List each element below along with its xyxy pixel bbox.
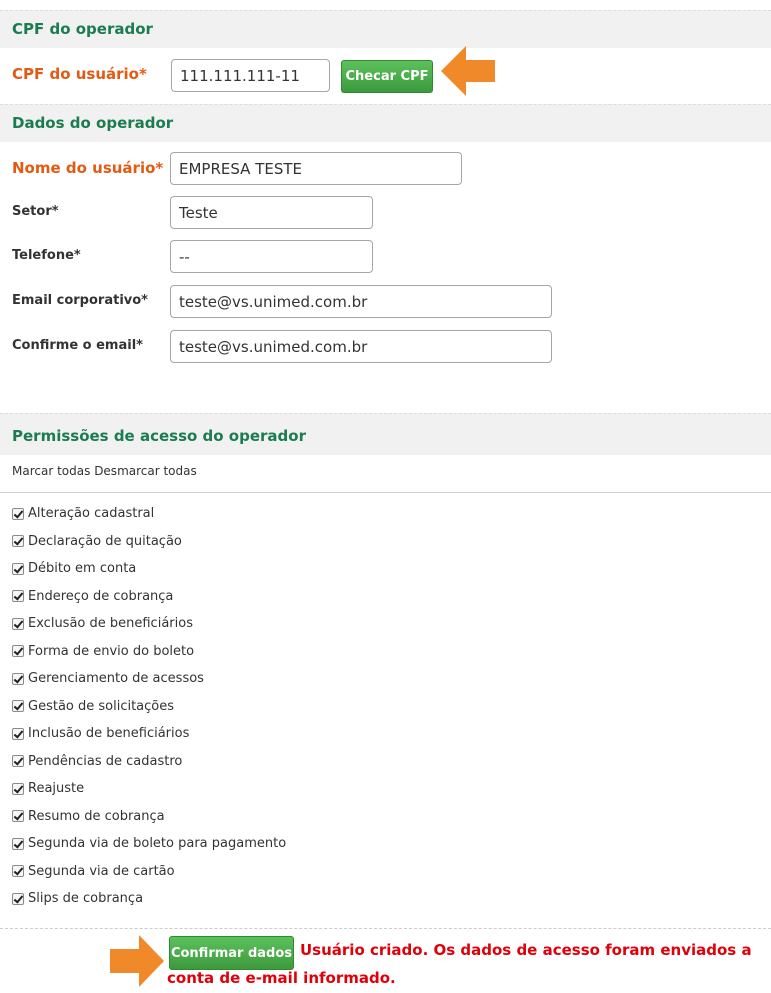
checkbox-checked-icon[interactable] xyxy=(12,837,24,850)
permission-item[interactable]: Gestão de solicitações xyxy=(12,693,286,721)
setor-input[interactable] xyxy=(170,196,373,229)
section-dados-title: Dados do operador xyxy=(12,114,174,132)
nome-input[interactable] xyxy=(170,152,462,185)
success-message-line2: conta de e-mail informado. xyxy=(167,969,396,987)
section-cpf-title: CPF do operador xyxy=(12,20,153,38)
permission-item[interactable]: Forma de envio do boleto xyxy=(12,638,286,666)
permission-label: Declaração de quitação xyxy=(28,533,182,549)
section-permissoes-header: Permissões de acesso do operador xyxy=(0,413,771,455)
arrow-right-icon xyxy=(110,935,164,987)
cpf-label: CPF do usuário* xyxy=(12,65,147,83)
permission-label: Segunda via de cartão xyxy=(28,863,175,879)
confirm-email-input[interactable] xyxy=(170,330,552,363)
telefone-input[interactable] xyxy=(170,240,373,273)
permission-label: Endereço de cobrança xyxy=(28,588,174,604)
checkbox-checked-icon[interactable] xyxy=(12,672,24,685)
permission-item[interactable]: Débito em conta xyxy=(12,555,286,583)
mark-all-link[interactable]: Marcar todas xyxy=(12,464,90,478)
checkbox-checked-icon[interactable] xyxy=(12,865,24,878)
permission-item[interactable]: Slips de cobrança xyxy=(12,885,286,913)
permission-item[interactable]: Alteração cadastral xyxy=(12,500,286,528)
setor-label: Setor* xyxy=(12,204,59,219)
permission-label: Gerenciamento de acessos xyxy=(28,671,204,687)
permission-item[interactable]: Inclusão de beneficiários xyxy=(12,720,286,748)
permission-item[interactable]: Resumo de cobrança xyxy=(12,803,286,831)
checkbox-checked-icon[interactable] xyxy=(12,645,24,658)
section-permissoes-title: Permissões de acesso do operador xyxy=(12,427,306,445)
checkbox-checked-icon[interactable] xyxy=(12,700,24,713)
permission-item[interactable]: Pendências de cadastro xyxy=(12,748,286,776)
section-dados-header: Dados do operador xyxy=(0,104,771,142)
checkbox-checked-icon[interactable] xyxy=(12,810,24,823)
permission-item[interactable]: Endereço de cobrança xyxy=(12,583,286,611)
checkbox-checked-icon[interactable] xyxy=(12,755,24,768)
confirm-email-label: Confirme o email* xyxy=(12,338,143,353)
permission-label: Inclusão de beneficiários xyxy=(28,726,190,742)
checkbox-checked-icon[interactable] xyxy=(12,727,24,740)
select-links: Marcar todas Desmarcar todas xyxy=(12,464,197,478)
confirm-data-button[interactable]: Confirmar dados xyxy=(169,936,294,970)
permission-item[interactable]: Segunda via de boleto para pagamento xyxy=(12,830,286,858)
section-cpf-header: CPF do operador xyxy=(0,10,771,48)
email-label: Email corporativo* xyxy=(12,293,148,308)
arrow-left-icon xyxy=(441,46,495,96)
checkbox-checked-icon[interactable] xyxy=(12,535,24,548)
permissions-divider xyxy=(0,492,771,493)
permission-label: Resumo de cobrança xyxy=(28,808,165,824)
footer-divider xyxy=(0,928,771,929)
checkbox-checked-icon[interactable] xyxy=(12,782,24,795)
telefone-label: Telefone* xyxy=(12,248,81,263)
permission-item[interactable]: Segunda via de cartão xyxy=(12,858,286,886)
check-cpf-button[interactable]: Checar CPF xyxy=(341,60,433,93)
checkbox-checked-icon[interactable] xyxy=(12,892,24,905)
cpf-input[interactable] xyxy=(171,59,330,92)
checkbox-checked-icon[interactable] xyxy=(12,562,24,575)
permission-item[interactable]: Declaração de quitação xyxy=(12,528,286,556)
permission-label: Gestão de solicitações xyxy=(28,698,175,714)
checkbox-checked-icon[interactable] xyxy=(12,590,24,603)
unmark-all-link[interactable]: Desmarcar todas xyxy=(94,464,197,478)
permission-label: Forma de envio do boleto xyxy=(28,643,195,659)
nome-label: Nome do usuário* xyxy=(12,159,164,177)
email-input[interactable] xyxy=(170,285,552,318)
success-message-line1: Usuário criado. Os dados de acesso foram… xyxy=(300,941,752,959)
permission-label: Alteração cadastral xyxy=(28,506,155,522)
permission-label: Débito em conta xyxy=(28,561,137,577)
checkbox-checked-icon[interactable] xyxy=(12,617,24,630)
checkbox-checked-icon[interactable] xyxy=(12,507,24,520)
permission-label: Pendências de cadastro xyxy=(28,753,183,769)
permission-label: Slips de cobrança xyxy=(28,891,144,907)
permissions-list: Alteração cadastral Declaração de quitaçã… xyxy=(12,500,286,913)
permission-item[interactable]: Exclusão de beneficiários xyxy=(12,610,286,638)
permission-label: Segunda via de boleto para pagamento xyxy=(28,836,287,852)
permission-label: Exclusão de beneficiários xyxy=(28,616,193,632)
permission-item[interactable]: Gerenciamento de acessos xyxy=(12,665,286,693)
permission-label: Reajuste xyxy=(28,781,85,797)
permission-item[interactable]: Reajuste xyxy=(12,775,286,803)
